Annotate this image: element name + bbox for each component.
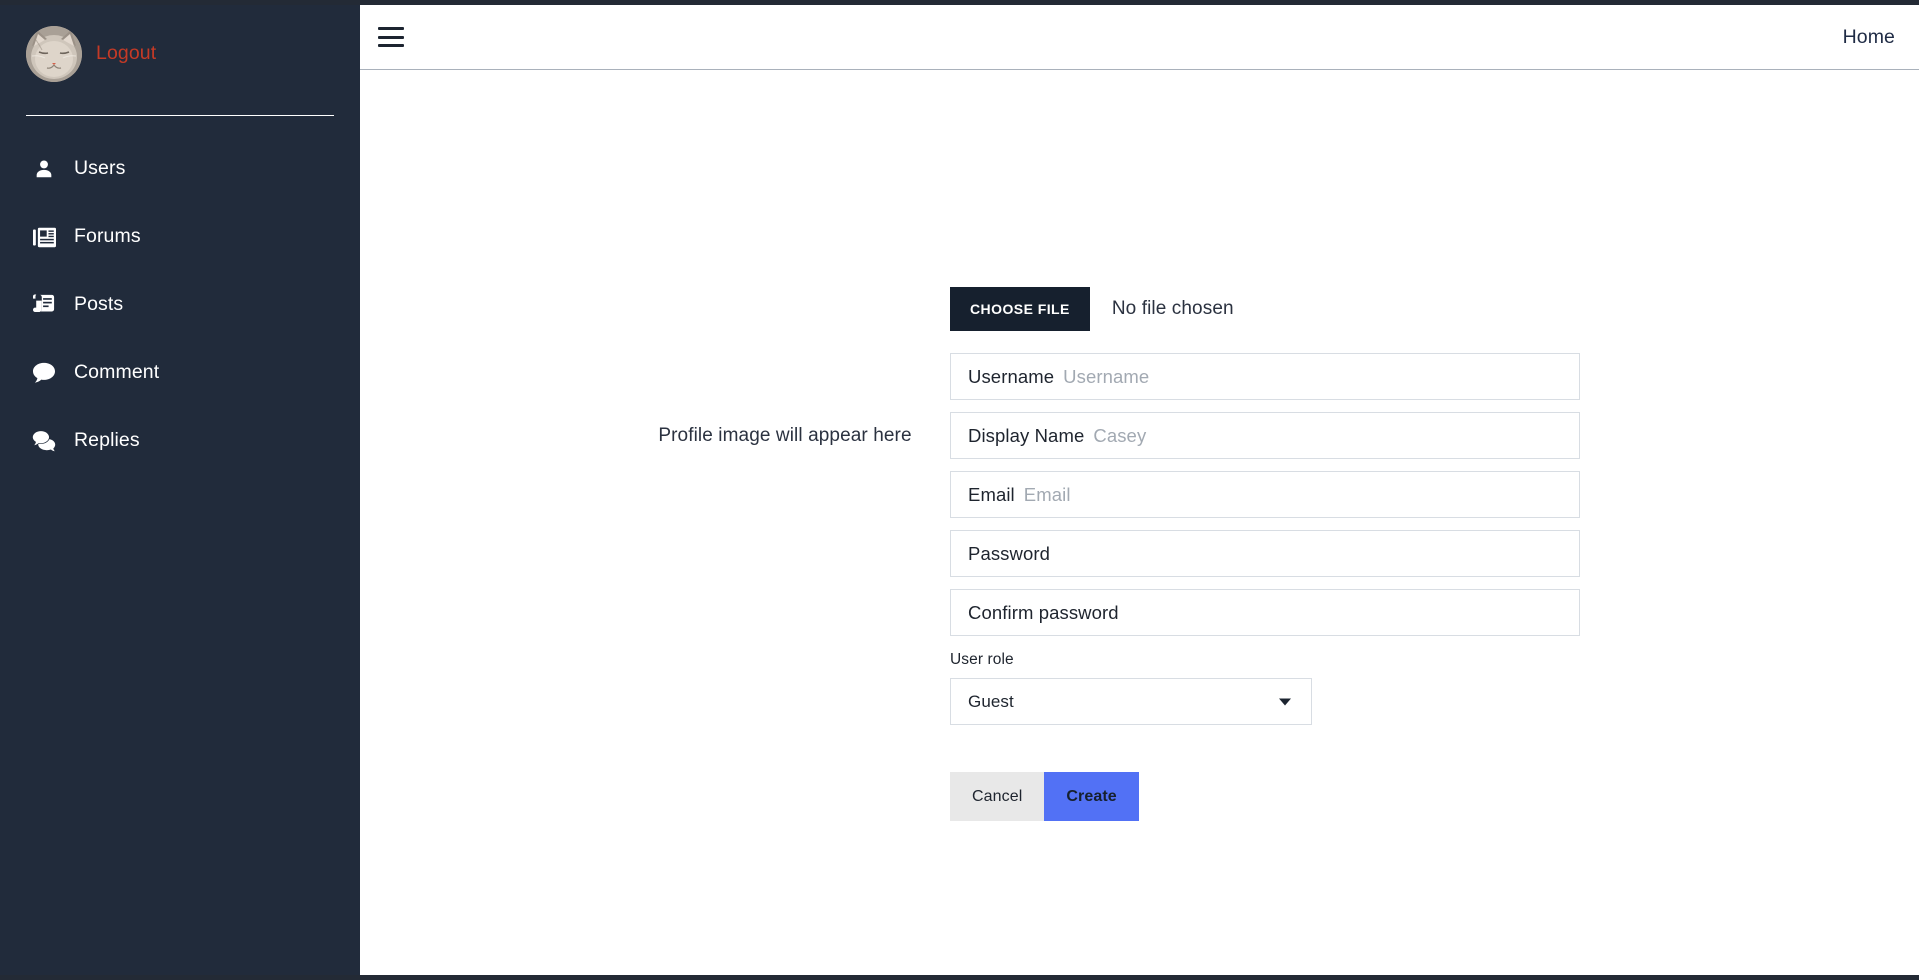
sidebar-header: Logout bbox=[0, 5, 360, 82]
hamburger-bar bbox=[378, 35, 404, 39]
sidebar-nav: Users Forums Posts Comment Replies bbox=[0, 135, 360, 475]
logout-link[interactable]: Logout bbox=[96, 44, 156, 64]
sidebar-item-comment[interactable]: Comment bbox=[0, 339, 360, 407]
email-placeholder: Email bbox=[1023, 483, 1071, 505]
home-link[interactable]: Home bbox=[1843, 26, 1895, 49]
email-label: Email bbox=[968, 483, 1015, 505]
chevron-down-icon bbox=[1279, 698, 1291, 705]
sidebar-item-label: Posts bbox=[74, 293, 124, 316]
hamburger-bar bbox=[378, 27, 404, 30]
cancel-button[interactable]: Cancel bbox=[950, 772, 1045, 821]
confirm-password-field[interactable]: Confirm password bbox=[950, 589, 1580, 636]
user-role-group: User role Guest bbox=[950, 651, 1580, 725]
sidebar-item-users[interactable]: Users bbox=[0, 135, 360, 203]
scroll-icon bbox=[31, 292, 57, 318]
hamburger-bar bbox=[378, 44, 404, 47]
create-button[interactable]: Create bbox=[1044, 772, 1139, 821]
display-name-label: Display Name bbox=[968, 424, 1085, 446]
user-role-value: Guest bbox=[968, 691, 1014, 711]
display-name-field[interactable]: Display Name Casey bbox=[950, 412, 1580, 459]
file-status-text: No file chosen bbox=[1111, 298, 1234, 319]
username-label: Username bbox=[968, 365, 1055, 387]
file-upload-row: CHOOSE FILE No file chosen bbox=[950, 287, 1580, 331]
sidebar-item-label: Users bbox=[74, 157, 126, 180]
password-field[interactable]: Password bbox=[950, 530, 1580, 577]
sidebar-item-label: Replies bbox=[74, 429, 140, 452]
user-role-select[interactable]: Guest bbox=[950, 678, 1312, 725]
sidebar-item-forums[interactable]: Forums bbox=[0, 203, 360, 271]
sidebar-item-label: Forums bbox=[74, 225, 141, 248]
create-user-form: CHOOSE FILE No file chosen Username User… bbox=[950, 287, 1580, 821]
choose-file-button[interactable]: CHOOSE FILE bbox=[950, 287, 1090, 331]
main-area: Home Profile image will appear here CHOO… bbox=[360, 5, 1919, 975]
content-area: Profile image will appear here CHOOSE FI… bbox=[360, 70, 1919, 974]
speech-bubble-icon bbox=[31, 360, 57, 386]
app-root: Logout Users Forums Posts Comment Replie… bbox=[0, 0, 1919, 980]
bottom-edge-strip bbox=[0, 975, 1919, 980]
user-icon bbox=[31, 156, 57, 182]
double-speech-bubble-icon bbox=[31, 428, 57, 454]
sidebar: Logout Users Forums Posts Comment Replie… bbox=[0, 5, 360, 975]
display-name-placeholder: Casey bbox=[1093, 424, 1147, 446]
sidebar-item-posts[interactable]: Posts bbox=[0, 271, 360, 339]
avatar[interactable] bbox=[26, 26, 82, 82]
top-header: Home bbox=[360, 5, 1919, 70]
email-field[interactable]: Email Email bbox=[950, 471, 1580, 518]
password-label: Password bbox=[968, 542, 1051, 564]
form-actions: Cancel Create bbox=[950, 772, 1580, 821]
sidebar-divider bbox=[26, 115, 334, 116]
confirm-password-label: Confirm password bbox=[968, 601, 1119, 623]
sidebar-item-label: Comment bbox=[74, 361, 160, 384]
hamburger-icon[interactable] bbox=[378, 27, 404, 47]
username-field[interactable]: Username Username bbox=[950, 353, 1580, 400]
user-role-label: User role bbox=[950, 651, 1014, 668]
sidebar-item-replies[interactable]: Replies bbox=[0, 407, 360, 475]
newspaper-icon bbox=[31, 224, 57, 250]
username-placeholder: Username bbox=[1063, 365, 1150, 387]
